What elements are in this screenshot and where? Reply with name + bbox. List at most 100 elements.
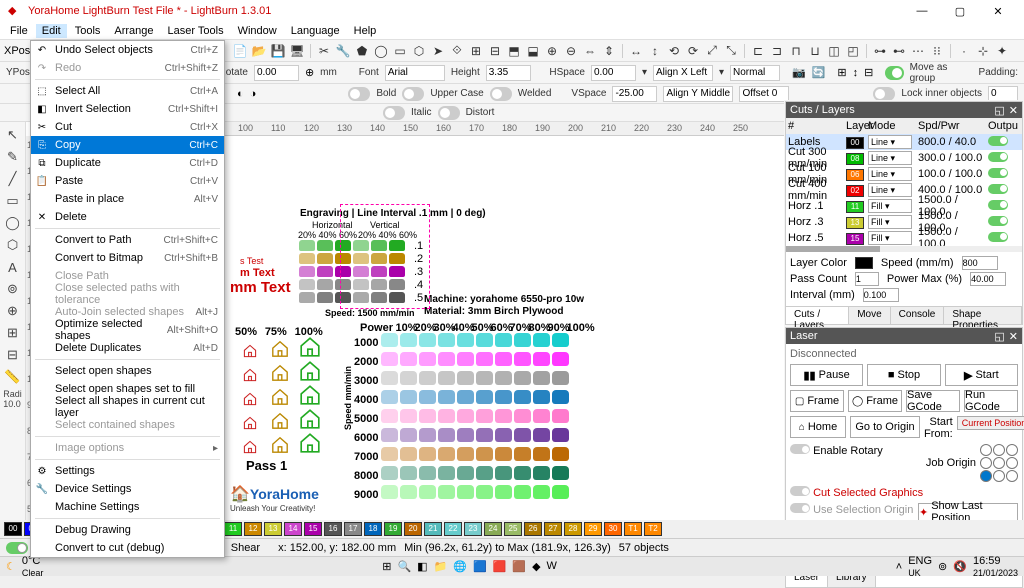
tool-icon[interactable]: ⊷: [891, 43, 907, 59]
menu-item[interactable]: ✂CutCtrl+X: [31, 118, 224, 136]
menu-item[interactable]: Convert to cut (debug): [31, 539, 224, 557]
tool-icon[interactable]: ⇔: [582, 43, 598, 59]
speed-input[interactable]: [962, 256, 998, 270]
palette-color[interactable]: 25: [504, 522, 522, 536]
palette-color[interactable]: 15: [304, 522, 322, 536]
line-tool-icon[interactable]: ╱: [4, 170, 22, 188]
palette-color[interactable]: 21: [424, 522, 442, 536]
menu-item[interactable]: ⚙Settings: [31, 462, 224, 480]
menu-item[interactable]: 🔧Device Settings: [31, 480, 224, 498]
tool-icon[interactable]: ⬟: [354, 43, 370, 59]
measure-tool-icon[interactable]: 📏: [4, 368, 22, 386]
tool-icon[interactable]: 🖥: [289, 43, 305, 59]
bold-toggle[interactable]: [348, 87, 370, 101]
showlast-button[interactable]: ✦Show Last Position: [918, 503, 1018, 521]
rotate-input[interactable]: [254, 65, 299, 81]
menu-file[interactable]: File: [4, 24, 34, 38]
palette-color[interactable]: 18: [364, 522, 382, 536]
stop-button[interactable]: ■Stop: [867, 364, 940, 386]
hspace-input[interactable]: [591, 65, 636, 81]
close-button[interactable]: ✕: [980, 1, 1016, 21]
menu-item[interactable]: ✕Delete: [31, 208, 224, 226]
menu-item[interactable]: Paste in placeAlt+V: [31, 190, 224, 208]
tool-icon[interactable]: ⊐: [769, 43, 785, 59]
upper-toggle[interactable]: [402, 87, 424, 101]
word-icon[interactable]: W: [547, 560, 557, 573]
tool-icon[interactable]: ➤: [430, 43, 446, 59]
menu-item[interactable]: Convert to PathCtrl+Shift+C: [31, 231, 224, 249]
layer-row[interactable]: Cut 400 mm/min02Line ▾400.0 / 100.0: [786, 182, 1022, 198]
palette-color[interactable]: 00: [4, 522, 22, 536]
menu-item[interactable]: Optimize selected shapesAlt+Shift+O: [31, 321, 224, 339]
tray-chevron-icon[interactable]: ˄: [896, 561, 902, 573]
minimize-button[interactable]: —: [904, 1, 940, 21]
run-gcode-button[interactable]: Run GCode: [964, 390, 1018, 412]
palette-color[interactable]: 11: [224, 522, 242, 536]
menu-item[interactable]: ⧉DuplicateCtrl+D: [31, 154, 224, 172]
palette-color[interactable]: 26: [524, 522, 542, 536]
palette-color[interactable]: 29: [584, 522, 602, 536]
tool-icon[interactable]: ⊔: [807, 43, 823, 59]
move-toggle[interactable]: [6, 542, 28, 554]
tool-icon[interactable]: ⟲: [666, 43, 682, 59]
palette-color[interactable]: 19: [384, 522, 402, 536]
frame-rect-button[interactable]: ▢ Frame: [790, 390, 844, 412]
tool-icon[interactable]: ⊓: [788, 43, 804, 59]
lightburn-icon[interactable]: ◆: [532, 560, 540, 573]
rotary-toggle[interactable]: [790, 444, 810, 454]
palette-tool[interactable]: T1: [624, 522, 642, 536]
menu-item[interactable]: ⬚Select AllCtrl+A: [31, 82, 224, 100]
weather-icon[interactable]: ☾: [6, 560, 16, 573]
menu-language[interactable]: Language: [285, 24, 346, 38]
palette-color[interactable]: 27: [544, 522, 562, 536]
tool-icon[interactable]: ⊖: [563, 43, 579, 59]
maximize-button[interactable]: ▢: [942, 1, 978, 21]
save-gcode-button[interactable]: Save GCode: [906, 390, 960, 412]
menu-item[interactable]: ◧Invert SelectionCtrl+Shift+I: [31, 100, 224, 118]
search-icon[interactable]: 🔍: [397, 560, 411, 573]
poly-tool-icon[interactable]: ⬡: [4, 236, 22, 254]
normal-select[interactable]: [730, 65, 780, 81]
frame-hull-button[interactable]: ◯ Frame: [848, 390, 902, 412]
explorer-icon[interactable]: 📁: [434, 560, 448, 573]
passcount-input[interactable]: [855, 272, 879, 286]
app-icon[interactable]: 🟦: [473, 560, 487, 573]
alignx-select[interactable]: [653, 65, 713, 81]
layer-row[interactable]: Horz .111Fill ▾1500.0 / 100.0: [786, 198, 1022, 214]
app-icon[interactable]: 🟥: [493, 560, 507, 573]
taskview-icon[interactable]: ◧: [417, 560, 427, 573]
palette-color[interactable]: 12: [244, 522, 262, 536]
lockinner-toggle[interactable]: [873, 87, 895, 101]
palette-color[interactable]: 20: [404, 522, 422, 536]
palette-color[interactable]: 24: [484, 522, 502, 536]
tool-icon[interactable]: ◯: [373, 43, 389, 59]
goto-origin-button[interactable]: Go to Origin: [850, 416, 920, 438]
menu-item[interactable]: Select all shapes in current cut layer: [31, 398, 224, 416]
camera-icon[interactable]: 📷: [792, 66, 806, 79]
tool-icon[interactable]: ⊞: [468, 43, 484, 59]
menu-tools[interactable]: Tools: [69, 24, 107, 38]
tool-icon[interactable]: ⋯: [910, 43, 926, 59]
select-tool-icon[interactable]: ↖: [4, 126, 22, 144]
grid-tool-icon[interactable]: ⊟: [4, 346, 22, 364]
tool-icon[interactable]: ⊕: [544, 43, 560, 59]
rect-tool-icon[interactable]: ▭: [4, 192, 22, 210]
tool-icon[interactable]: 📄: [232, 43, 248, 59]
tool-icon[interactable]: ⇕: [601, 43, 617, 59]
volume-icon[interactable]: 🔇: [953, 560, 967, 573]
node-tool-icon[interactable]: ✎: [4, 148, 22, 166]
menu-arrange[interactable]: Arrange: [108, 24, 159, 38]
menu-item[interactable]: ↶Undo Select objectsCtrl+Z: [31, 41, 224, 59]
app-icon[interactable]: 🟫: [512, 560, 526, 573]
menu-item[interactable]: Debug Drawing: [31, 521, 224, 539]
menu-laser-tools[interactable]: Laser Tools: [162, 24, 230, 38]
palette-color[interactable]: 14: [284, 522, 302, 536]
tool-icon[interactable]: ✂: [316, 43, 332, 59]
palette-color[interactable]: 13: [264, 522, 282, 536]
pause-button[interactable]: ▮▮Pause: [790, 364, 863, 386]
job-origin-grid[interactable]: [980, 444, 1018, 482]
tool-icon[interactable]: ·: [956, 43, 972, 59]
tab-cuts[interactable]: Cuts / Layers: [786, 307, 849, 324]
aligny-select[interactable]: [663, 86, 733, 102]
vspace-input[interactable]: [612, 86, 657, 102]
